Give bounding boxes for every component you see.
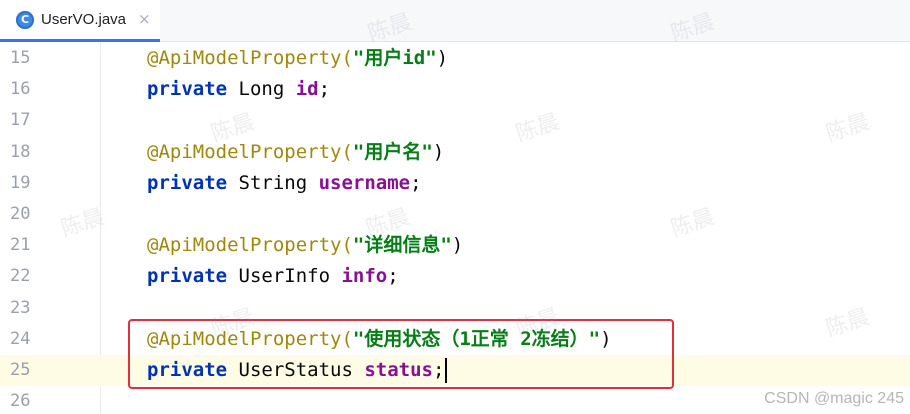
line-number[interactable]: 15 xyxy=(10,43,30,74)
line-code: private Long id; xyxy=(147,74,330,105)
code-token-annotation: @ApiModelProperty( xyxy=(147,234,353,257)
line-number[interactable]: 22 xyxy=(10,261,30,292)
code-token-plain: ; xyxy=(410,171,422,194)
code-token-plain: ) xyxy=(451,234,464,257)
code-token-plain: ; xyxy=(433,359,445,381)
code-token-plain: UserStatus xyxy=(227,359,365,381)
code-token-field: status xyxy=(364,359,433,381)
code-token-plain: ; xyxy=(387,265,399,288)
file-tab-uservo[interactable]: C UserVO.java × xyxy=(0,0,160,42)
code-token-string: "使用状态（1正常 2冻结）" xyxy=(352,327,601,350)
file-tab-label: UserVO.java xyxy=(41,11,127,28)
code-line[interactable]: 17 xyxy=(0,105,910,136)
code-token-plain: Long xyxy=(227,78,296,101)
code-token-string: "用户id" xyxy=(352,47,437,69)
code-token-plain: ) xyxy=(436,47,449,69)
line-number[interactable]: 23 xyxy=(10,293,30,324)
code-line[interactable]: 23 xyxy=(0,293,910,324)
code-line[interactable]: 20 xyxy=(0,199,910,230)
line-code: @ApiModelProperty("详细信息") xyxy=(147,230,463,261)
line-code: private String username; xyxy=(147,168,422,199)
line-number[interactable]: 19 xyxy=(10,168,30,199)
java-class-icon: C xyxy=(16,10,34,29)
code-token-plain: ; xyxy=(318,78,331,101)
line-code: private UserInfo info; xyxy=(147,261,399,292)
line-number[interactable]: 18 xyxy=(10,137,30,168)
line-code: @ApiModelProperty("使用状态（1正常 2冻结）") xyxy=(147,324,612,355)
code-token-plain: UserInfo xyxy=(227,265,342,288)
code-token-plain: ) xyxy=(600,327,612,350)
code-token-keyword: private xyxy=(147,171,228,194)
text-caret xyxy=(445,358,448,383)
code-line[interactable]: 15 @ApiModelProperty("用户id") xyxy=(0,43,910,74)
code-token-string: "用户名" xyxy=(352,140,433,163)
line-number[interactable]: 17 xyxy=(10,105,30,136)
code-token-keyword: private xyxy=(147,265,228,288)
code-line[interactable]: 22 private UserInfo info; xyxy=(0,261,910,292)
line-number[interactable]: 24 xyxy=(10,324,30,355)
line-number[interactable]: 26 xyxy=(10,386,30,414)
code-token-field: info xyxy=(341,265,388,288)
editor-tab-bar: C UserVO.java × xyxy=(0,0,910,42)
code-token-keyword: private xyxy=(147,359,228,381)
close-icon[interactable]: × xyxy=(138,12,151,27)
code-token-plain: String xyxy=(227,171,319,194)
code-line[interactable]: 18 @ApiModelProperty("用户名") xyxy=(0,137,910,168)
code-token-plain: ) xyxy=(432,140,445,163)
line-code: private UserStatus status; xyxy=(147,355,448,386)
code-token-annotation: @ApiModelProperty( xyxy=(147,47,353,69)
code-token-annotation: @ApiModelProperty( xyxy=(147,140,353,163)
line-number[interactable]: 16 xyxy=(10,74,30,105)
line-number[interactable]: 21 xyxy=(10,230,30,261)
line-number[interactable]: 20 xyxy=(10,199,30,230)
code-token-keyword: private xyxy=(147,78,228,101)
code-area[interactable]: 15 @ApiModelProperty("用户id") 16 private Lon… xyxy=(0,42,910,414)
line-code: @ApiModelProperty("用户id") xyxy=(147,43,448,74)
code-line[interactable]: 16 private Long id; xyxy=(0,74,910,105)
line-code: @ApiModelProperty("用户名") xyxy=(147,137,444,168)
code-line[interactable]: 19 private String username; xyxy=(0,168,910,199)
code-editor-window: C UserVO.java × 15 @ApiModelProperty("用户i… xyxy=(0,0,910,414)
code-token-field: username xyxy=(318,171,411,194)
code-token-annotation: @ApiModelProperty( xyxy=(147,327,353,350)
code-token-string: "详细信息" xyxy=(352,234,452,257)
code-line[interactable]: 24 @ApiModelProperty("使用状态（1正常 2冻结）") xyxy=(0,324,910,355)
code-line[interactable]: 21 @ApiModelProperty("详细信息") xyxy=(0,230,910,261)
line-number[interactable]: 25 xyxy=(10,355,30,386)
code-token-field: id xyxy=(295,78,319,101)
code-line[interactable]: 25 private UserStatus status; xyxy=(0,355,910,386)
source-credit: CSDN @magic 245 xyxy=(764,390,904,407)
